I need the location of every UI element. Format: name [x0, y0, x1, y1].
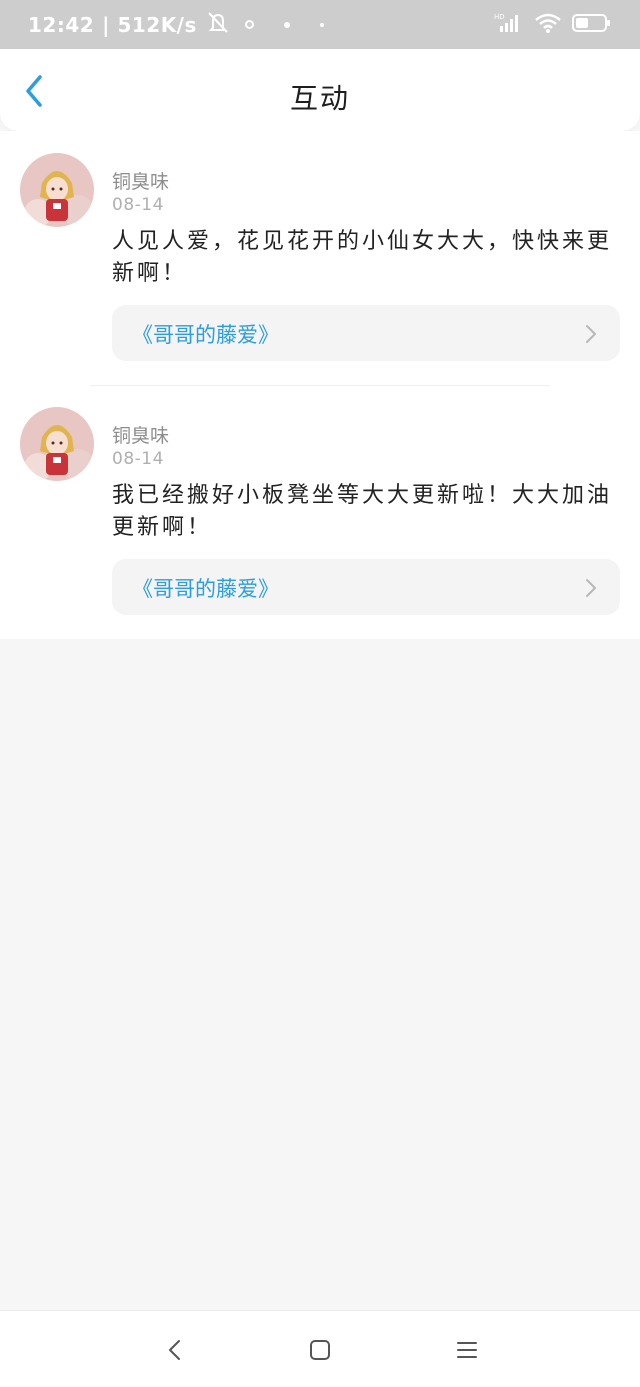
nav-home-icon: [310, 1340, 330, 1360]
nav-back-icon: [169, 1340, 180, 1360]
list-item: 铜臭味 08-14 我已经搬好小板凳坐等大大更新啦！大大加油更新啊！ 《哥哥的藤…: [0, 385, 640, 639]
nav-back-button[interactable]: [162, 1337, 188, 1363]
notification-dot-icon: [283, 21, 290, 28]
book-link[interactable]: 《哥哥的藤爱》: [112, 305, 620, 361]
date: 08-14: [112, 449, 164, 469]
hd-label: HD: [494, 13, 505, 21]
chevron-right-icon: [586, 325, 596, 343]
nav-home-button[interactable]: [307, 1337, 333, 1363]
comment-text: 人见人爱，花见花开的小仙女大大，快快来更新啊！: [112, 229, 613, 286]
book-title: 《哥哥的藤爱》: [132, 577, 279, 601]
book-link[interactable]: 《哥哥的藤爱》: [112, 559, 620, 615]
app-header: 互动: [0, 49, 640, 131]
interaction-list: 铜臭味 08-14 人见人爱，花见花开的小仙女大大，快快来更新啊！ 《哥哥的藤爱…: [0, 131, 640, 639]
mute-icon: [205, 10, 231, 39]
signal-icon: HD: [494, 12, 524, 38]
username[interactable]: 铜臭味: [112, 421, 169, 448]
status-left: 12:42 | 512K/s: [28, 10, 324, 39]
status-right: HD: [494, 12, 612, 38]
status-time: 12:42: [28, 12, 95, 37]
avatar[interactable]: [20, 407, 94, 481]
date: 08-14: [112, 195, 164, 215]
status-speed: | 512K/s: [102, 12, 197, 37]
wifi-icon: [534, 12, 562, 38]
battery-icon: [572, 12, 612, 38]
notification-dot-icon: [319, 22, 324, 27]
comment-text: 我已经搬好小板凳坐等大大更新啦！大大加油更新啊！: [112, 483, 613, 540]
list-item: 铜臭味 08-14 人见人爱，花见花开的小仙女大大，快快来更新啊！ 《哥哥的藤爱…: [0, 131, 640, 385]
nav-menu-button[interactable]: [454, 1337, 480, 1363]
notification-ring-icon: [244, 20, 254, 29]
page-title: 互动: [289, 82, 350, 115]
username[interactable]: 铜臭味: [112, 167, 169, 194]
nav-menu-icon: [457, 1342, 477, 1358]
book-title: 《哥哥的藤爱》: [132, 323, 279, 347]
chevron-right-icon: [586, 579, 596, 597]
avatar[interactable]: [20, 153, 94, 227]
system-nav-bar: [0, 1310, 640, 1387]
status-bar: 12:42 | 512K/s HD: [0, 0, 640, 49]
